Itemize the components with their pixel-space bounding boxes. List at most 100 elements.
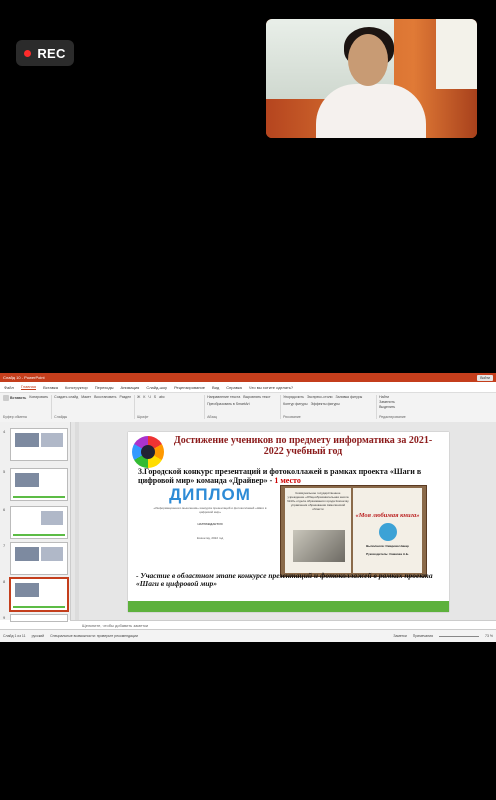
slide-thumbnail[interactable]: 6	[3, 506, 68, 539]
section-button[interactable]: Раздел	[120, 395, 132, 399]
tab-design[interactable]: Конструктор	[65, 385, 88, 390]
tab-review[interactable]: Рецензирование	[174, 385, 205, 390]
paste-button[interactable]: Вставить	[3, 395, 26, 401]
thumb-image	[15, 547, 39, 561]
paste-icon	[3, 395, 9, 401]
tab-help[interactable]: Справка	[226, 385, 242, 390]
slide-thumbnails-panel[interactable]: 4 5 6 7 8 9	[0, 422, 71, 622]
person-head	[348, 34, 388, 86]
book-author: Выполнила: Омарова Нинар	[366, 544, 409, 548]
book-left-text: Коммунальное государственное учреждение …	[287, 491, 349, 511]
new-slide-button[interactable]: Создать слайд	[54, 395, 78, 399]
powerpoint-window: Слайд 10 - PowerPoint Войти Файл Главная…	[0, 373, 496, 642]
webcam-feed	[266, 19, 477, 138]
diploma-image[interactable]: ДИПЛОМ «Информационного мышления» конкур…	[152, 485, 268, 563]
language-indicator[interactable]: русский	[32, 634, 45, 638]
window	[436, 19, 477, 89]
thumb-image	[15, 583, 39, 597]
slide-canvas[interactable]: Достижение учеников по предмету информат…	[128, 432, 449, 612]
sign-in-button[interactable]: Войти	[477, 374, 493, 381]
diploma-award: НАГРАЖДАЕТСЯ	[197, 522, 223, 526]
thumbnail-scrollbar[interactable]	[75, 422, 79, 620]
comments-button[interactable]: Примечания	[413, 634, 433, 638]
clipboard-group: Вставить Копировать Буфер обмена	[3, 395, 53, 419]
tab-transitions[interactable]: Переходы	[95, 385, 114, 390]
thumb-image	[41, 511, 63, 525]
slide-thumbnail[interactable]: 4	[3, 428, 68, 461]
layout-button[interactable]: Макет	[81, 395, 91, 399]
find-button[interactable]: Найти	[379, 395, 406, 399]
replace-button[interactable]: Заменить	[379, 400, 406, 404]
emblem-icon	[378, 523, 397, 541]
window-title: Слайд 10 - PowerPoint	[3, 375, 45, 380]
strike-button[interactable]: S	[154, 395, 156, 399]
diploma-title: ДИПЛОМ	[169, 485, 251, 504]
thumb-image	[15, 473, 39, 487]
camera-logo-icon	[132, 436, 164, 468]
thumb-bar	[13, 606, 65, 608]
ribbon-tabs: Файл Главная Вставка Конструктор Переход…	[0, 382, 496, 393]
slide-subtitle[interactable]: 3.Городской конкурс презентаций и фотоко…	[138, 467, 438, 485]
book-image[interactable]: Коммунальное государственное учреждение …	[280, 485, 427, 577]
tab-file[interactable]: Файл	[4, 385, 14, 390]
slide-footer-bar	[128, 601, 449, 612]
align-text-button[interactable]: Выровнять текст	[243, 395, 270, 399]
notes-placeholder: Щелкните, чтобы добавить заметки	[82, 623, 149, 628]
thumb-image	[41, 433, 63, 447]
underline-button[interactable]: Ч	[148, 395, 150, 399]
slide-thumbnail-selected[interactable]: 8	[3, 577, 69, 612]
slide-note-text[interactable]: - Участие в областном этапе конкурсе пре…	[136, 572, 446, 588]
text-direction-button[interactable]: Направление текста	[207, 395, 240, 399]
select-button[interactable]: Выделить	[379, 405, 406, 409]
tab-slideshow[interactable]: Слайд-шоу	[146, 385, 167, 390]
drawing-group-label: Рисование	[283, 415, 301, 419]
slide-title[interactable]: Достижение учеников по предмету информат…	[168, 435, 438, 457]
subtitle-place: 1 место	[274, 476, 301, 485]
thumb-number: 8	[3, 579, 6, 584]
recording-label: REC	[37, 45, 66, 61]
italic-button[interactable]: К	[143, 395, 145, 399]
recording-badge: REC	[16, 40, 74, 66]
title-bar: Слайд 10 - PowerPoint Войти	[0, 373, 496, 382]
shape-effects-button[interactable]: Эффекты фигуры	[311, 402, 340, 406]
tab-view[interactable]: Вид	[212, 385, 219, 390]
clipboard-group-label: Буфер обмена	[3, 415, 27, 419]
font-group: Ж К Ч S abc Шрифт	[137, 395, 206, 419]
book-left-page: Коммунальное государственное учреждение …	[285, 488, 351, 573]
accessibility-indicator[interactable]: Специальные возможности: проверьте реком…	[50, 634, 138, 638]
smartart-button[interactable]: Преобразовать в SmartArt	[207, 402, 249, 406]
notes-button[interactable]: Заметки	[393, 634, 406, 638]
tab-insert[interactable]: Вставка	[43, 385, 58, 390]
diploma-text: «Информационного мышления» конкурса през…	[153, 506, 267, 514]
arrange-button[interactable]: Упорядочить	[283, 395, 304, 399]
reset-button[interactable]: Восстановить	[94, 395, 116, 399]
thumb-image	[15, 433, 39, 447]
person-body	[316, 84, 426, 138]
tab-home[interactable]: Главная	[20, 384, 37, 390]
slide-thumbnail[interactable]: 9	[3, 614, 68, 622]
ribbon: Вставить Копировать Буфер обмена Создать…	[0, 393, 496, 424]
quick-styles-button[interactable]: Экспресс-стили	[307, 395, 333, 399]
shape-outline-button[interactable]: Контур фигуры	[283, 402, 307, 406]
slide-thumbnail[interactable]: 5	[3, 468, 68, 501]
thumb-image	[41, 547, 63, 561]
zoom-level[interactable]: 73 %	[485, 634, 493, 638]
spacing-button[interactable]: abc	[159, 395, 165, 399]
book-supervisor: Руководитель: Смакова А.Б.	[366, 552, 409, 556]
font-group-label: Шрифт	[137, 415, 149, 419]
thumb-bar	[13, 534, 65, 536]
zoom-slider[interactable]	[439, 635, 480, 637]
editing-group-label: Редактирование	[379, 415, 406, 419]
diploma-year: Кокшетау, 2022 год	[196, 536, 224, 540]
slide-counter: Слайд 1 из 11	[3, 634, 26, 638]
thumb-bar	[13, 496, 65, 498]
tell-me-search[interactable]: Что вы хотите сделать?	[249, 385, 293, 390]
bold-button[interactable]: Ж	[137, 395, 140, 399]
book-title: «Моя любимая книга»	[355, 512, 420, 519]
slide-thumbnail[interactable]: 7	[3, 542, 68, 575]
copy-button[interactable]: Копировать	[29, 395, 48, 401]
shape-fill-button[interactable]: Заливка фигуры	[336, 395, 363, 399]
tab-animations[interactable]: Анимация	[121, 385, 140, 390]
paragraph-group-label: Абзац	[207, 415, 217, 419]
pen-illustration	[293, 530, 345, 562]
